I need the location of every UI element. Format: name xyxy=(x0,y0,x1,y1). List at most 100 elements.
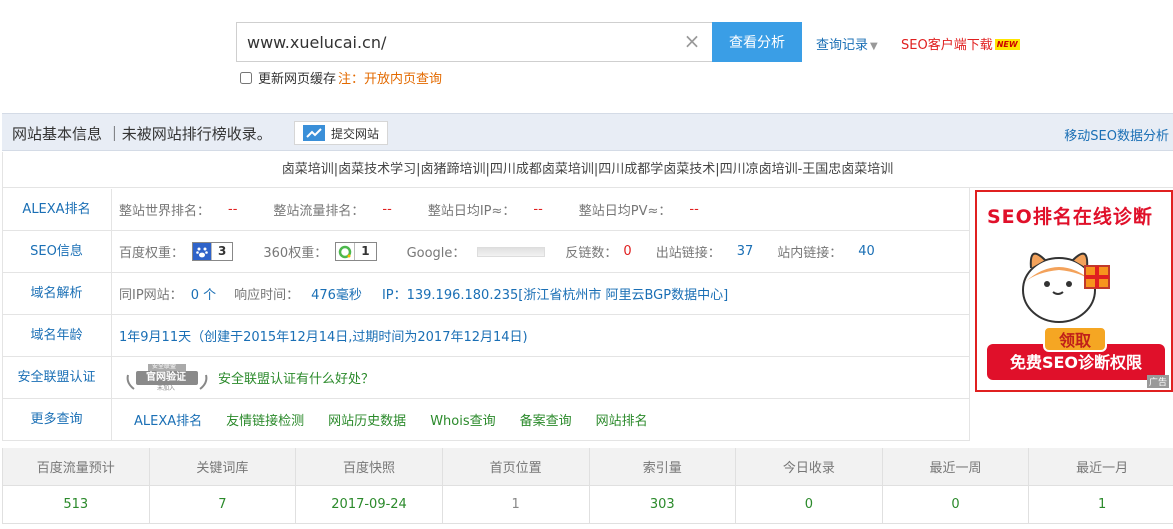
outlinks-value[interactable]: 37 xyxy=(737,244,754,259)
stats-header: 今日收录 xyxy=(735,448,883,486)
ad-mark: 广告 xyxy=(1146,375,1169,388)
stats-cell[interactable]: 0 xyxy=(735,484,883,524)
ad-title: SEO排名在线诊断 xyxy=(987,206,1153,228)
daily-pv-label: 整站日均PV≈： xyxy=(578,204,672,219)
world-rank-label: 整站世界排名： xyxy=(119,204,211,219)
stats-cell: 1 xyxy=(441,484,590,524)
search-box: × 查看分析 xyxy=(236,22,802,62)
more-link-alexa[interactable]: ALEXA排名 xyxy=(134,410,202,429)
stats-header: 百度流量预计 xyxy=(2,448,150,486)
seo-row: SEO信息 百度权重： 3 360权重： 1 Google： 反链数： 0 出站… xyxy=(2,231,970,273)
more-link-rank[interactable]: 网站排名 xyxy=(596,410,648,429)
cache-checkbox[interactable] xyxy=(240,71,252,84)
client-download-link[interactable]: SEO客户端下载 NEW xyxy=(901,34,1020,53)
backlinks-value[interactable]: 0 xyxy=(623,244,631,259)
more-link-history[interactable]: 网站历史数据 xyxy=(328,410,406,429)
so360-icon xyxy=(336,243,354,260)
seal-main-text: 官网验证 xyxy=(146,371,186,383)
seo-label: SEO信息 xyxy=(2,231,112,272)
outlinks-label: 出站链接： xyxy=(655,246,721,261)
world-rank-value: -- xyxy=(228,202,238,217)
more-row: 更多查询 ALEXA排名 友情链接检测 网站历史数据 Whois查询 备案查询 … xyxy=(2,399,970,441)
cache-label: 更新网页缓存 xyxy=(258,72,337,87)
age-row: 域名年龄 1年9月11天（创建于2015年12月14日,过期时间为2017年12… xyxy=(2,315,970,357)
response-time-value: 476毫秒 xyxy=(311,288,362,303)
stats-cell[interactable]: 7 xyxy=(148,484,297,524)
analyze-button[interactable]: 查看分析 xyxy=(712,22,802,62)
seal-sub-text: 未加入 xyxy=(157,384,176,392)
cache-note[interactable]: 注：开放内页查询 xyxy=(338,68,442,87)
age-label: 域名年龄 xyxy=(2,315,112,356)
alexa-label: ALEXA排名 xyxy=(2,189,112,230)
trend-chart-icon xyxy=(303,125,325,141)
cat-mascot-icon xyxy=(1022,252,1110,323)
seo-diagnosis-ad[interactable]: SEO排名在线诊断 免费SEO诊断权限 领取 广告 xyxy=(975,190,1173,392)
stats-value-row: 513 7 2017-09-24 1 303 0 0 1 xyxy=(2,484,1173,524)
stats-cell[interactable]: 513 xyxy=(2,484,150,524)
stats-cell[interactable]: 303 xyxy=(588,484,737,524)
ip-info[interactable]: IP：139.196.180.235[浙江省杭州市 阿里云BGP数据中心] xyxy=(382,284,728,303)
so360-weight-label: 360权重： xyxy=(263,246,328,261)
domain-row: 域名解析 同IP网站： 0 个 响应时间： 476毫秒 IP：139.196.1… xyxy=(2,273,970,315)
section-title: 网站基本信息 ｜未被网站排行榜收录。 xyxy=(12,125,272,143)
baidu-weight-value: 3 xyxy=(211,243,232,260)
alexa-row: ALEXA排名 整站世界排名： -- 整站流量排名： -- 整站日均IP≈： -… xyxy=(2,189,970,231)
stats-header: 百度快照 xyxy=(295,448,443,486)
baidu-weight-badge[interactable]: 3 xyxy=(192,242,234,261)
table-divider xyxy=(969,188,970,441)
security-content: 安全联盟 官网验证 未加入 安全联盟认证有什么好处？ xyxy=(124,357,374,398)
stats-cell[interactable]: 2017-09-24 xyxy=(295,484,443,524)
security-row: 安全联盟认证 安全联盟 官网验证 未加入 安全联盟认证有什么好处？ xyxy=(2,357,970,399)
more-link-whois[interactable]: Whois查询 xyxy=(430,410,495,429)
security-label: 安全联盟认证 xyxy=(2,357,112,398)
backlinks-label: 反链数： xyxy=(565,246,618,261)
age-content: 1年9月11天（创建于2015年12月14日,过期时间为2017年12月14日) xyxy=(119,315,528,356)
search-input[interactable] xyxy=(236,22,712,62)
baidu-paw-icon xyxy=(193,243,212,260)
client-download-label: SEO客户端下载 xyxy=(901,38,993,53)
history-dropdown[interactable]: 查询记录 ▼ xyxy=(816,34,878,53)
stats-header: 索引量 xyxy=(588,448,737,486)
security-benefit-link[interactable]: 安全联盟认证有什么好处？ xyxy=(218,368,374,387)
inlinks-value[interactable]: 40 xyxy=(858,244,875,259)
domain-content: 同IP网站： 0 个 响应时间： 476毫秒 IP：139.196.180.23… xyxy=(119,273,728,314)
close-icon[interactable]: × xyxy=(682,31,702,51)
stats-header: 最近一周 xyxy=(881,448,1030,486)
same-ip-label: 同IP网站： xyxy=(119,288,183,303)
baidu-weight-label: 百度权重： xyxy=(119,246,185,261)
ad-claim-button[interactable]: 领取 xyxy=(1043,326,1107,352)
more-links: ALEXA排名 友情链接检测 网站历史数据 Whois查询 备案查询 网站排名 xyxy=(134,399,672,440)
inlinks-label: 站内链接： xyxy=(777,246,843,261)
table-left-border xyxy=(2,152,3,441)
so360-weight-badge[interactable]: 1 xyxy=(335,242,377,261)
traffic-rank-value: -- xyxy=(382,202,392,217)
seal-top-text: 安全联盟 xyxy=(152,362,177,370)
alexa-content: 整站世界排名： -- 整站流量排名： -- 整站日均IP≈： -- 整站日均PV… xyxy=(119,189,735,230)
security-seal-icon[interactable]: 安全联盟 官网验证 未加入 xyxy=(124,363,210,393)
stats-header-row: 百度流量预计 关键词库 百度快照 首页位置 索引量 今日收录 最近一周 最近一月 xyxy=(2,448,1173,486)
stats-header: 关键词库 xyxy=(148,448,297,486)
daily-ip-value: -- xyxy=(533,202,543,217)
submit-site-label: 提交网站 xyxy=(331,126,380,141)
google-pr-bar xyxy=(477,246,546,257)
domain-label: 域名解析 xyxy=(2,273,112,314)
same-ip-value[interactable]: 0 个 xyxy=(191,284,216,303)
cache-row: 更新网页缓存 注：开放内页查询 xyxy=(240,68,442,87)
more-link-icp[interactable]: 备案查询 xyxy=(520,410,572,429)
history-label: 查询记录 xyxy=(816,38,869,53)
stats-cell[interactable]: 1 xyxy=(1028,484,1173,524)
daily-ip-label: 整站日均IP≈： xyxy=(427,204,516,219)
info-header: 网站基本信息 ｜未被网站排行榜收录。 提交网站 移动SEO数据分析 xyxy=(2,113,1173,151)
daily-pv-value: -- xyxy=(689,202,699,217)
more-link-friendlinks[interactable]: 友情链接检测 xyxy=(226,410,304,429)
submit-site-button[interactable]: 提交网站 xyxy=(294,121,388,145)
new-badge: NEW xyxy=(994,39,1020,50)
mobile-seo-link[interactable]: 移动SEO数据分析 xyxy=(1064,125,1169,144)
site-keywords: 卤菜培训|卤菜技术学习|卤猪蹄培训|四川成都卤菜培训|四川成都学卤菜技术|四川凉… xyxy=(2,152,1173,188)
chevron-down-icon: ▼ xyxy=(870,41,878,52)
so360-weight-value: 1 xyxy=(354,243,375,260)
stats-cell[interactable]: 0 xyxy=(881,484,1030,524)
stats-header: 首页位置 xyxy=(441,448,590,486)
domain-age-value[interactable]: 1年9月11天（创建于2015年12月14日,过期时间为2017年12月14日) xyxy=(119,326,528,345)
response-time-label: 响应时间： xyxy=(234,288,300,303)
